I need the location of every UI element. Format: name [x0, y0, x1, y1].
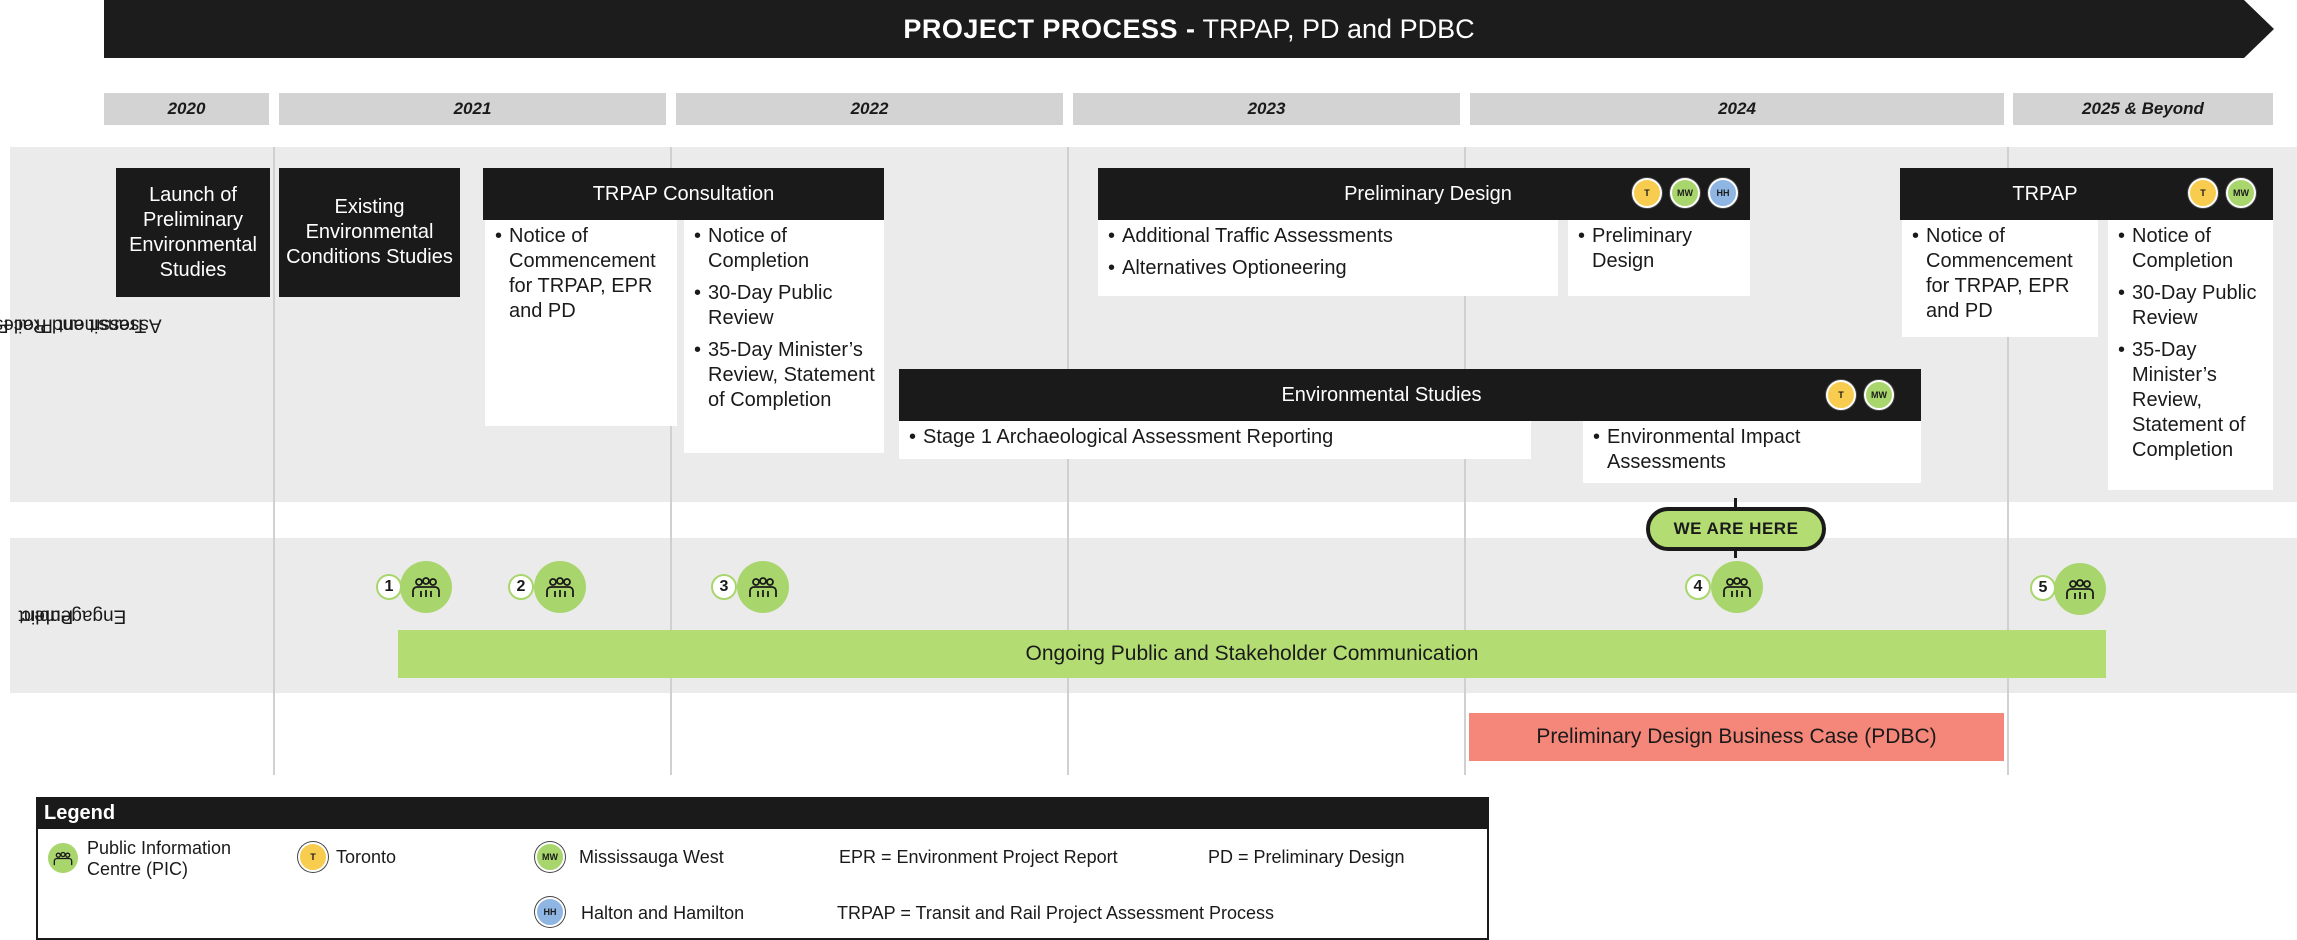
pic-number: 5: [2030, 575, 2056, 601]
pic-number: 3: [711, 574, 737, 600]
mississauga-legend-label: Mississauga West: [579, 847, 724, 867]
halton-badge: HH: [1708, 178, 1738, 208]
list-item: Notice of Commencement for TRPAP, EPR an…: [495, 224, 671, 324]
pic-marker-3: 3: [711, 561, 789, 615]
pic-number: 1: [376, 574, 402, 600]
year-2020: 2020: [104, 93, 269, 125]
environmental-studies-right-panel: Environmental Impact Assessments: [1583, 421, 1921, 483]
epr-legend-label: EPR = Environment Project Report: [839, 847, 1118, 867]
list-item: 35-Day Minister’s Review, Statement of C…: [694, 338, 878, 413]
divider-2022-2023: [1067, 147, 1069, 775]
toronto-badge: T: [1632, 178, 1662, 208]
launch-block: Launch of Preliminary Environmental Stud…: [116, 168, 270, 297]
ongoing-communication-bar: Ongoing Public and Stakeholder Communica…: [398, 630, 2106, 678]
trpap-band-label: Transit and Rail Project Assessment Proc…: [0, 147, 161, 502]
we-are-here-marker: WE ARE HERE: [1646, 507, 1826, 551]
title-rest: TRPAP, PD and PDBC: [1195, 13, 1475, 44]
trpap-right-panel: Notice of Completion 30-Day Public Revie…: [2108, 220, 2273, 490]
toronto-badge: T: [2188, 178, 2218, 208]
environmental-studies-left-panel: Stage 1 Archaeological Assessment Report…: [899, 421, 1531, 459]
list-item: Notice of Completion: [2118, 224, 2267, 274]
divider-2020-2021: [273, 147, 275, 775]
mississauga-legend-badge: MW: [535, 842, 565, 872]
year-2023: 2023: [1073, 93, 1460, 125]
preliminary-design-right-panel: Preliminary Design: [1568, 220, 1750, 296]
list-item: 30-Day Public Review: [2118, 281, 2267, 331]
pic-marker-2: 2: [508, 561, 586, 615]
pd-legend-label: PD = Preliminary Design: [1208, 847, 1405, 867]
pic-icon: [534, 561, 586, 613]
list-item: Preliminary Design: [1578, 224, 1744, 274]
preliminary-design-left-panel: Additional Traffic Assessments Alternati…: [1098, 220, 1558, 296]
pic-icon: [2054, 563, 2106, 615]
title-bold: PROJECT PROCESS -: [903, 13, 1196, 44]
year-2025-beyond: 2025 & Beyond: [2013, 93, 2273, 125]
pic-marker-4: 4: [1685, 561, 1763, 615]
list-item: Environmental Impact Assessments: [1593, 425, 1915, 475]
halton-legend-badge: HH: [535, 897, 565, 927]
pic-marker-1: 1: [376, 561, 452, 615]
legend-title: Legend: [36, 797, 1489, 829]
toronto-badge: T: [1826, 380, 1856, 410]
year-2021: 2021: [279, 93, 666, 125]
year-2022: 2022: [676, 93, 1063, 125]
preliminary-design-title: Preliminary Design: [1344, 182, 1512, 205]
year-2024: 2024: [1470, 93, 2004, 125]
trpap-consultation-header: TRPAP Consultation: [483, 168, 884, 220]
mississauga-badge: MW: [1864, 380, 1894, 410]
trpap-consultation-left-panel: Notice of Commencement for TRPAP, EPR an…: [485, 220, 677, 426]
pic-icon: [400, 561, 452, 613]
list-item: Alternatives Optioneering: [1108, 256, 1552, 281]
pic-legend-line2: Centre (PIC): [87, 859, 189, 879]
list-item: Notice of Completion: [694, 224, 878, 274]
environmental-studies-title: Environmental Studies: [1281, 383, 1482, 406]
engagement-band-label: Public Engagement: [10, 538, 127, 693]
list-item: Notice of Commencement for TRPAP, EPR an…: [1912, 224, 2092, 324]
list-item: Stage 1 Archaeological Assessment Report…: [909, 425, 1525, 450]
pic-legend-label: Public Information Centre (PIC): [87, 838, 287, 880]
pic-number: 4: [1685, 574, 1711, 600]
trpap-title: TRPAP: [2012, 182, 2078, 205]
pic-legend-icon: [48, 843, 78, 873]
existing-conditions-block: Existing Environmental Conditions Studie…: [279, 168, 460, 297]
pic-icon: [737, 561, 789, 613]
environmental-studies-header: Environmental Studies: [899, 369, 1921, 421]
pic-marker-5: 5: [2030, 563, 2106, 617]
engagement-label-line2: Engagement: [18, 605, 127, 626]
trpap-consultation-right-panel: Notice of Completion 30-Day Public Revie…: [684, 220, 884, 453]
toronto-legend-badge: T: [298, 842, 328, 872]
pdbc-bar: Preliminary Design Business Case (PDBC): [1469, 713, 2004, 761]
pic-number: 2: [508, 574, 534, 600]
list-item: 30-Day Public Review: [694, 281, 878, 331]
trpap-label-line2: Assessment Process: [0, 314, 162, 335]
trpap-left-panel: Notice of Commencement for TRPAP, EPR an…: [1902, 220, 2098, 337]
toronto-legend-label: Toronto: [336, 847, 397, 867]
trpap-legend-label: TRPAP = Transit and Rail Project Assessm…: [837, 903, 1275, 923]
list-item: 35-Day Minister’s Review, Statement of C…: [2118, 338, 2267, 463]
pic-icon: [1711, 561, 1763, 613]
title-arrow: PROJECT PROCESS - TRPAP, PD and PDBC: [104, 0, 2274, 58]
mississauga-badge: MW: [2226, 178, 2256, 208]
pic-legend-line1: Public Information: [87, 838, 232, 858]
halton-legend-label: Halton and Hamilton: [581, 903, 745, 923]
list-item: Additional Traffic Assessments: [1108, 224, 1552, 249]
mississauga-badge: MW: [1670, 178, 1700, 208]
